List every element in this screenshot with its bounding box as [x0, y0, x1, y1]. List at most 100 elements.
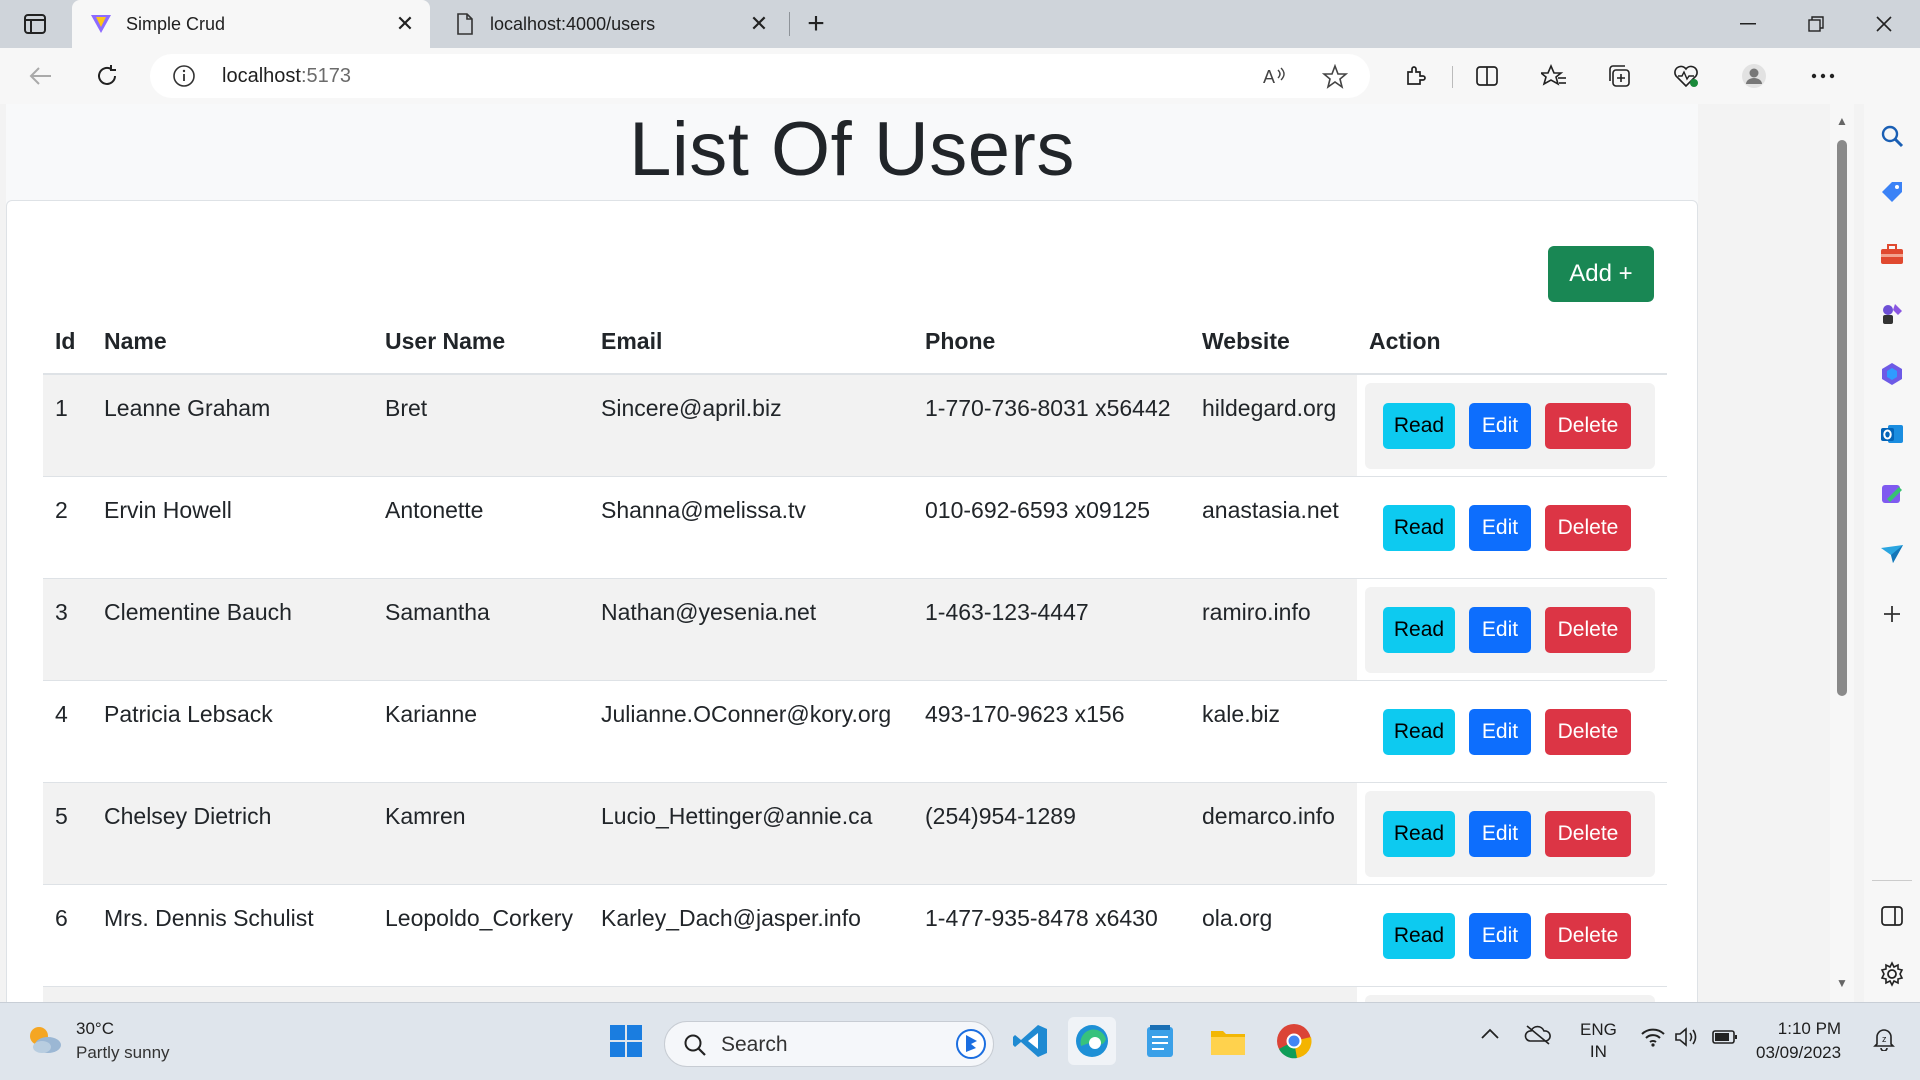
edit-button[interactable]: Edit	[1469, 810, 1531, 857]
cell-actions: Read Edit Delete	[1357, 680, 1667, 783]
close-tab-icon[interactable]: ✕	[744, 9, 774, 39]
read-aloud-icon[interactable]: A	[1262, 64, 1288, 93]
language-code: ENG	[1580, 1020, 1617, 1039]
scroll-thumb[interactable]	[1837, 140, 1847, 696]
wifi-icon[interactable]	[1640, 1027, 1666, 1052]
action-buttons: Read Edit Delete	[1365, 485, 1655, 571]
taskbar-search-box[interactable]: Search	[664, 1021, 994, 1067]
restore-icon[interactable]	[1784, 0, 1848, 48]
cell-email: Julianne.OConner@kory.org	[589, 680, 913, 783]
send-icon[interactable]	[1874, 536, 1910, 572]
browser-essentials-icon[interactable]	[1669, 60, 1703, 92]
scroll-down-arrow-icon[interactable]: ▼	[1836, 976, 1848, 990]
delete-button[interactable]: Delete	[1545, 504, 1631, 551]
notepad-icon[interactable]	[1136, 1017, 1184, 1065]
refresh-icon[interactable]	[90, 60, 124, 92]
site-info-icon[interactable]	[172, 64, 196, 88]
hide-sidebar-icon[interactable]	[1874, 898, 1910, 934]
delete-button[interactable]: Delete	[1545, 810, 1631, 857]
cell-website: hildegard.org	[1190, 374, 1357, 477]
games-icon[interactable]	[1874, 296, 1910, 332]
col-id: Id	[43, 310, 92, 375]
cell-id: 1	[43, 374, 92, 477]
chrome-icon[interactable]	[1270, 1017, 1318, 1065]
table-header-row: Id Name User Name Email Phone Website Ac…	[43, 310, 1667, 375]
table-row: 3 Clementine Bauch Samantha Nathan@yesen…	[43, 578, 1667, 681]
col-website: Website	[1190, 310, 1357, 375]
cell-name: Clementine Bauch	[92, 578, 373, 681]
collections-icon[interactable]	[1603, 60, 1637, 92]
tab-actions-icon[interactable]	[18, 10, 52, 38]
cell-actions: Read Edit Delete	[1357, 578, 1667, 681]
new-tab-icon[interactable]: +	[800, 7, 832, 40]
edit-button[interactable]: Edit	[1469, 708, 1531, 755]
add-user-button[interactable]: Add +	[1548, 246, 1654, 302]
add-sidebar-app-icon[interactable]	[1874, 596, 1910, 632]
favorites-icon[interactable]	[1537, 60, 1571, 92]
cell-website: ola.org	[1190, 884, 1357, 987]
taskbar-clock[interactable]: 1:10 PM 03/09/2023	[1756, 1017, 1841, 1065]
cell-username: Antonette	[373, 476, 589, 579]
url-host: localhost	[222, 65, 301, 87]
cell-id: 4	[43, 680, 92, 783]
vite-icon	[90, 13, 112, 35]
cell-name: Ervin Howell	[92, 476, 373, 579]
address-bar[interactable]: localhost:5173 A	[150, 54, 1370, 98]
read-button[interactable]: Read	[1383, 504, 1455, 551]
microsoft-365-icon[interactable]	[1874, 356, 1910, 392]
favorite-star-icon[interactable]	[1321, 63, 1349, 95]
notifications-bell-icon[interactable]: z	[1872, 1027, 1896, 1056]
settings-gear-icon[interactable]	[1874, 956, 1910, 992]
read-button[interactable]: Read	[1383, 606, 1455, 653]
file-explorer-icon[interactable]	[1204, 1017, 1252, 1065]
cell-id: 5	[43, 782, 92, 885]
read-button[interactable]: Read	[1383, 403, 1455, 449]
tab-users-json[interactable]: localhost:4000/users ✕	[436, 0, 784, 48]
action-buttons: Read Edit Delete	[1365, 893, 1655, 979]
edit-button[interactable]: Edit	[1469, 912, 1531, 959]
cell-phone: 1-477-935-8478 x6430	[913, 884, 1190, 987]
language-indicator[interactable]: ENG IN	[1580, 1019, 1617, 1063]
cell-username: Leopoldo_Corkery	[373, 884, 589, 987]
profile-icon[interactable]	[1737, 60, 1771, 92]
delete-button[interactable]: Delete	[1545, 403, 1631, 449]
svg-text:z: z	[1882, 1034, 1887, 1044]
edge-icon[interactable]	[1068, 1017, 1116, 1065]
vscode-icon[interactable]	[1006, 1017, 1054, 1065]
designer-icon[interactable]	[1874, 476, 1910, 512]
cell-id: 3	[43, 578, 92, 681]
cell-username: Karianne	[373, 680, 589, 783]
battery-icon[interactable]	[1712, 1029, 1738, 1050]
more-options-icon[interactable]	[1806, 60, 1840, 92]
action-buttons: Read Edit Delete	[1365, 689, 1655, 775]
read-button[interactable]: Read	[1383, 708, 1455, 755]
read-button[interactable]: Read	[1383, 810, 1455, 857]
edit-button[interactable]: Edit	[1469, 606, 1531, 653]
weather-widget[interactable]: 30°C Partly sunny	[24, 1019, 170, 1063]
edit-button[interactable]: Edit	[1469, 403, 1531, 449]
edit-button[interactable]: Edit	[1469, 504, 1531, 551]
read-button[interactable]: Read	[1383, 912, 1455, 959]
delete-button[interactable]: Delete	[1545, 912, 1631, 959]
close-tab-icon[interactable]: ✕	[390, 9, 420, 39]
show-hidden-icons-icon[interactable]	[1480, 1025, 1500, 1045]
outlook-icon[interactable]	[1874, 416, 1910, 452]
search-icon[interactable]	[1874, 118, 1910, 154]
tools-briefcase-icon[interactable]	[1874, 236, 1910, 272]
minimize-icon[interactable]	[1716, 0, 1780, 48]
onedrive-offline-icon[interactable]	[1524, 1023, 1552, 1050]
back-icon[interactable]	[24, 60, 58, 92]
url-text: localhost:5173	[222, 65, 351, 88]
shopping-tag-icon[interactable]	[1874, 174, 1910, 210]
cell-email: Nathan@yesenia.net	[589, 578, 913, 681]
close-window-icon[interactable]	[1852, 0, 1916, 48]
delete-button[interactable]: Delete	[1545, 708, 1631, 755]
page-scrollbar[interactable]: ▲ ▼	[1830, 104, 1854, 1002]
windows-start-icon[interactable]	[602, 1017, 650, 1065]
tab-simple-crud[interactable]: Simple Crud ✕	[72, 0, 430, 48]
extensions-icon[interactable]	[1398, 60, 1432, 92]
split-screen-icon[interactable]	[1470, 60, 1504, 92]
volume-icon[interactable]	[1674, 1027, 1700, 1052]
scroll-up-arrow-icon[interactable]: ▲	[1836, 114, 1848, 128]
delete-button[interactable]: Delete	[1545, 606, 1631, 653]
